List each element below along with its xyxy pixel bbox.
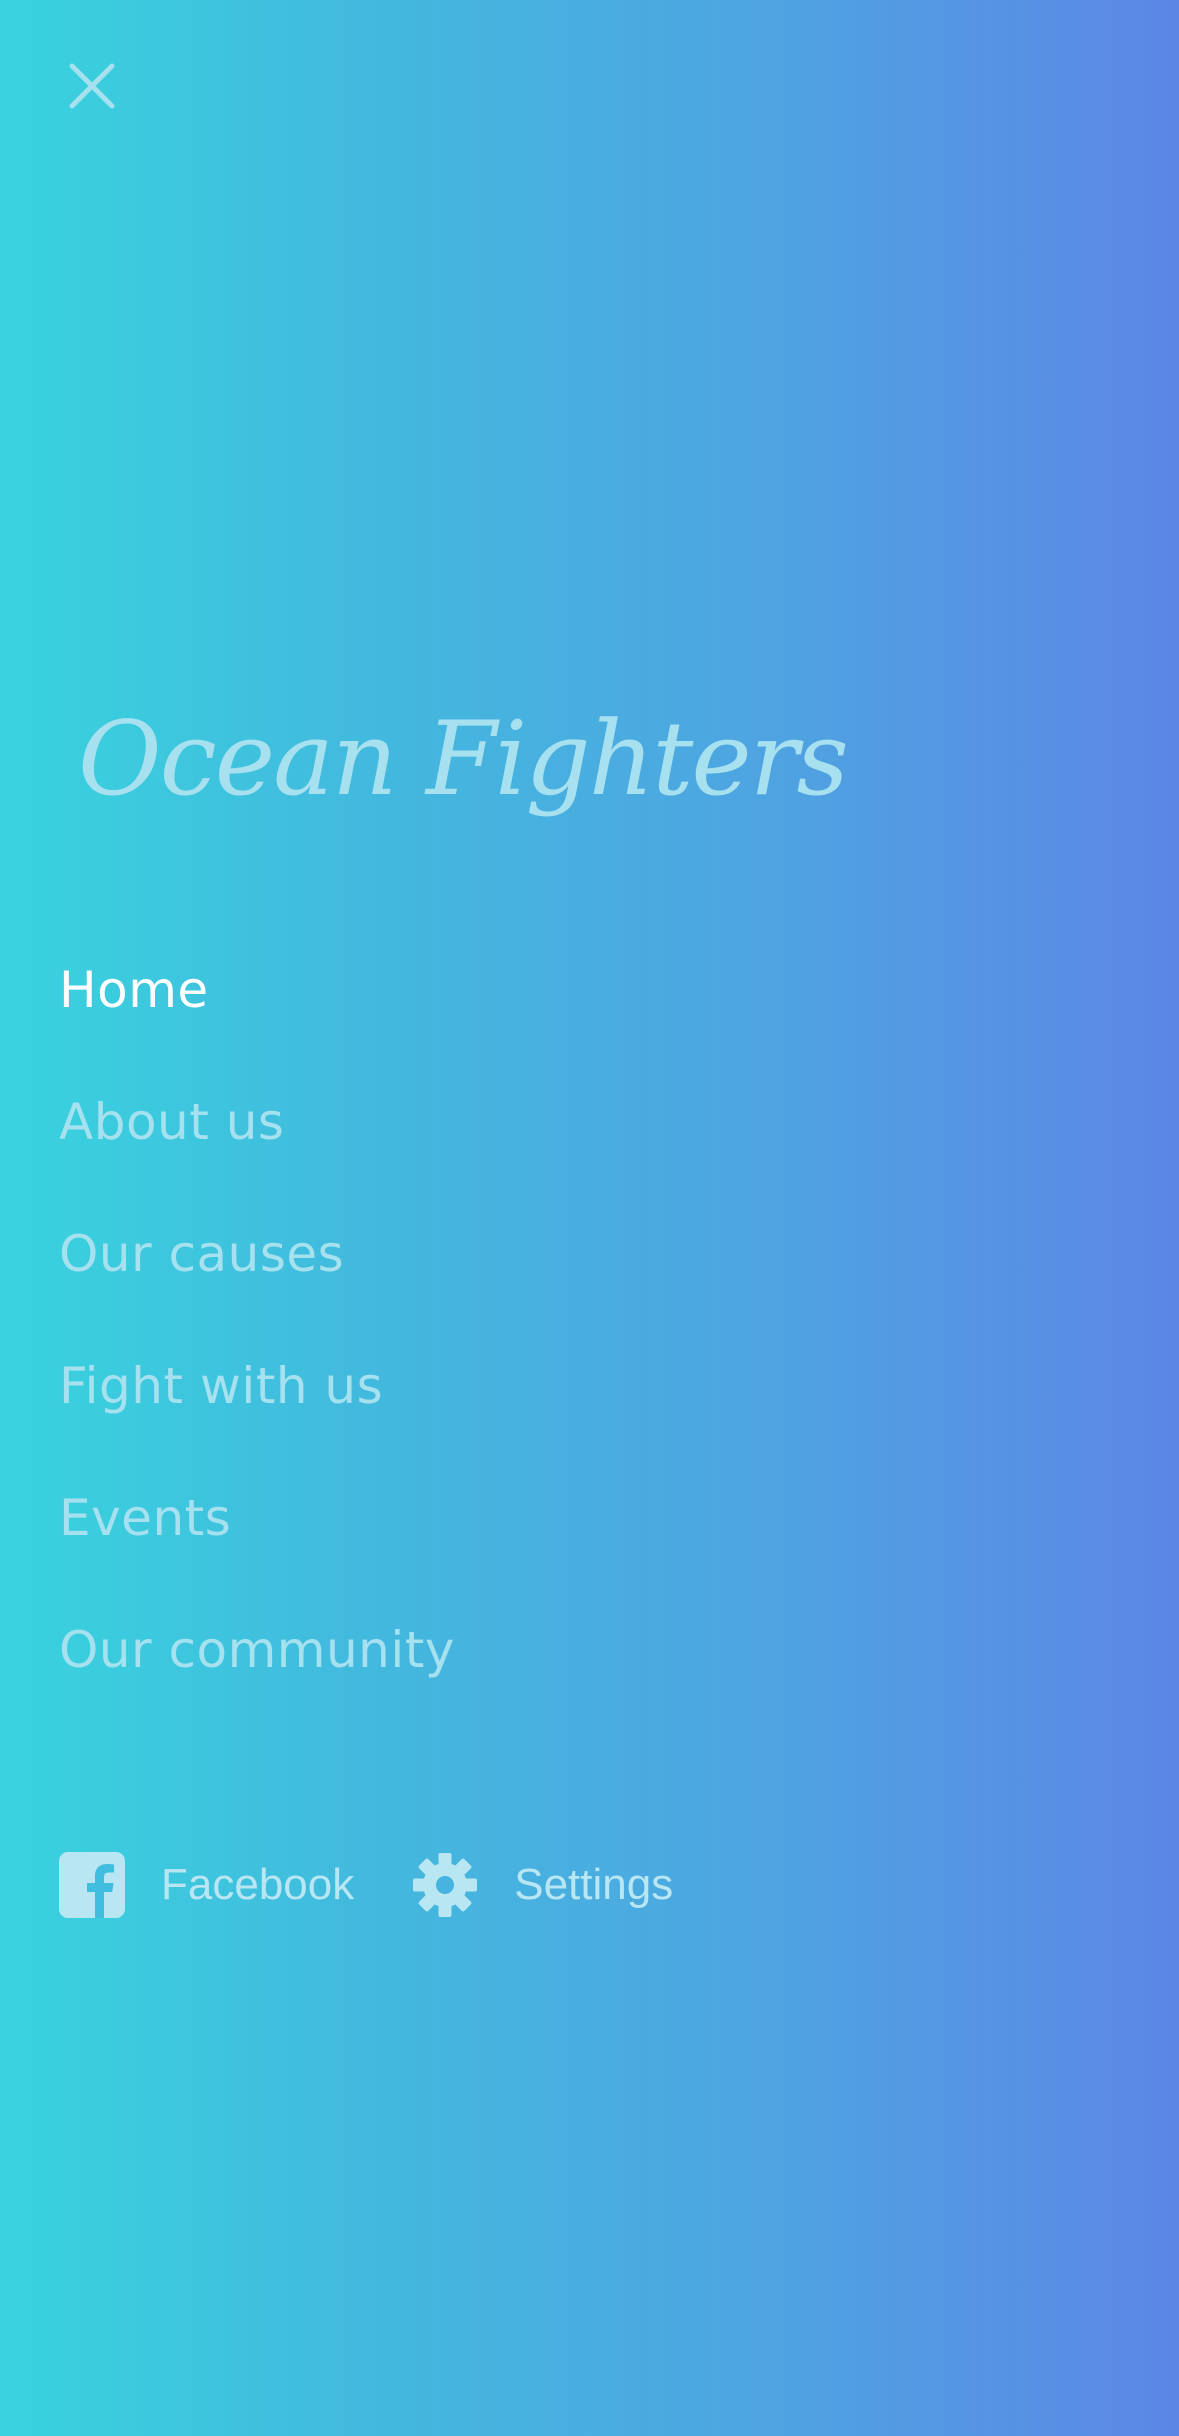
nav-item-our-causes[interactable]: Our causes [59, 1219, 455, 1351]
main-nav: Home About us Our causes Fight with us E… [59, 955, 455, 1747]
close-icon [69, 63, 115, 109]
nav-item-events[interactable]: Events [59, 1483, 455, 1615]
gear-icon [413, 1853, 478, 1917]
close-button[interactable] [56, 50, 128, 122]
nav-item-fight-with-us[interactable]: Fight with us [59, 1351, 455, 1483]
facebook-label: Facebook [161, 1860, 355, 1909]
settings-label: Settings [514, 1860, 674, 1909]
nav-item-about-us[interactable]: About us [59, 1087, 455, 1219]
nav-item-home[interactable]: Home [59, 955, 455, 1087]
facebook-icon [59, 1852, 125, 1918]
footer-links: Facebook Settings [59, 1852, 673, 1918]
nav-item-our-community[interactable]: Our community [59, 1615, 455, 1747]
brand-logo: Ocean Fighters [78, 700, 849, 819]
facebook-link[interactable]: Facebook [59, 1852, 354, 1918]
settings-link[interactable]: Settings [412, 1852, 673, 1918]
